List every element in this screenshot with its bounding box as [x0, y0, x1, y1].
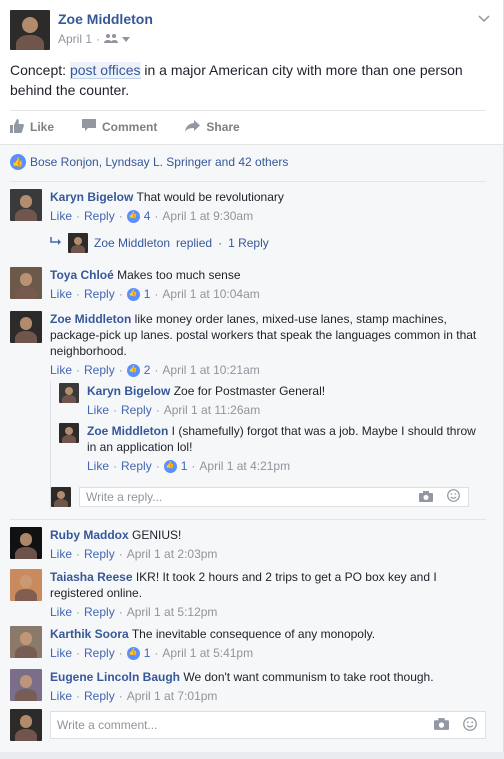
comment-like-link[interactable]: Like [50, 688, 72, 704]
like-reaction-icon: 👍 [126, 646, 140, 660]
commenter-name[interactable]: Ruby Maddox [50, 528, 129, 542]
emoji-icon[interactable] [447, 489, 460, 505]
commenter-avatar[interactable] [10, 527, 42, 559]
commenter-name[interactable]: Toya Chloé [50, 268, 114, 282]
replier-avatar [68, 233, 88, 253]
commenter-avatar[interactable] [10, 189, 42, 221]
comment-button[interactable]: Comment [82, 117, 157, 137]
like-reaction-icon: 👍 [126, 363, 140, 377]
comment-timestamp[interactable]: April 1 at 5:41pm [162, 645, 253, 661]
like-reaction-icon: 👍 [10, 154, 26, 170]
reply-like-link[interactable]: Like [87, 458, 109, 474]
post-card: Zoe Middleton April 1 · Concept: post of… [0, 0, 504, 752]
comment-reply-link[interactable]: Reply [84, 546, 115, 562]
like-reaction-icon: 👍 [126, 287, 140, 301]
replies-thread: Karyn Bigelow Zoe for Postmaster General… [50, 381, 484, 509]
like-count[interactable]: 1 [144, 286, 151, 302]
likes-summary[interactable]: 👍 Bose Ronjon, Lyndsay L. Springer and 4… [10, 154, 288, 170]
comment-text: GENIUS! [132, 528, 182, 542]
comments-section: 👍 Bose Ronjon, Lyndsay L. Springer and 4… [0, 144, 503, 752]
commenter-name[interactable]: Eugene Lincoln Baugh [50, 670, 180, 684]
share-button[interactable]: Share [185, 117, 240, 137]
hashtag-link[interactable]: post offices [69, 62, 141, 79]
reply-text: Zoe for Postmaster General! [173, 384, 326, 398]
post-header: Zoe Middleton April 1 · [10, 10, 494, 50]
reply-like-link[interactable]: Like [87, 402, 109, 418]
comment-text: We don't want communism to take root tho… [183, 670, 434, 684]
comment-timestamp[interactable]: April 1 at 5:12pm [127, 604, 218, 620]
post-meta: April 1 · [58, 32, 131, 46]
commenter-avatar[interactable] [10, 569, 42, 601]
replier-name[interactable]: Zoe Middleton [87, 424, 168, 438]
reply-reply-link[interactable]: Reply [121, 402, 152, 418]
chevron-down-icon[interactable] [122, 32, 131, 46]
reply-reply-link[interactable]: Reply [121, 458, 152, 474]
post-text: Concept: post offices in a major America… [10, 62, 463, 98]
current-user-avatar [10, 709, 42, 741]
post-actions: Like Comment Share [10, 117, 486, 137]
reply-arrow-icon [50, 236, 62, 250]
divider [10, 181, 486, 182]
like-count[interactable]: 4 [144, 208, 151, 224]
commenter-name[interactable]: Karthik Soora [50, 627, 129, 641]
comment-reply-link[interactable]: Reply [84, 286, 115, 302]
like-count[interactable]: 2 [144, 362, 151, 378]
comment-icon [82, 119, 97, 135]
comment-text: The inevitable consequence of any monopo… [131, 627, 376, 641]
reply-timestamp[interactable]: April 1 at 11:26am [164, 402, 261, 418]
reply-input[interactable]: Write a reply... [79, 487, 469, 507]
comment-like-link[interactable]: Like [50, 362, 72, 378]
camera-icon[interactable] [419, 490, 433, 505]
post-date[interactable]: April 1 [58, 32, 92, 46]
commenter-avatar[interactable] [10, 311, 42, 343]
share-icon [185, 119, 201, 135]
commenter-name[interactable]: Karyn Bigelow [50, 190, 133, 204]
like-count[interactable]: 1 [144, 645, 151, 661]
author-avatar[interactable] [10, 10, 50, 50]
commenter-avatar[interactable] [10, 267, 42, 299]
thumbs-up-icon [10, 118, 24, 136]
comment-like-link[interactable]: Like [50, 208, 72, 224]
post-author[interactable]: Zoe Middleton [58, 11, 153, 27]
emoji-icon[interactable] [463, 716, 477, 734]
comment-timestamp[interactable]: April 1 at 2:03pm [127, 546, 218, 562]
comment-reply-link[interactable]: Reply [84, 645, 115, 661]
replier-avatar[interactable] [59, 383, 79, 403]
reply-timestamp[interactable]: April 1 at 4:21pm [199, 458, 290, 474]
like-count[interactable]: 1 [181, 458, 188, 474]
replier-name[interactable]: Karyn Bigelow [87, 384, 170, 398]
comment-text: That would be revolutionary [136, 190, 284, 204]
like-button[interactable]: Like [10, 117, 54, 137]
comment-reply-link[interactable]: Reply [84, 688, 115, 704]
comment-input[interactable]: Write a comment... [50, 711, 486, 739]
comment-like-link[interactable]: Like [50, 604, 72, 620]
view-replies-link[interactable]: Zoe Middleton replied · 1 Reply [50, 233, 470, 253]
comment-like-link[interactable]: Like [50, 546, 72, 562]
comment-like-link[interactable]: Like [50, 286, 72, 302]
comment-timestamp[interactable]: April 1 at 10:04am [162, 286, 259, 302]
commenter-name[interactable]: Zoe Middleton [50, 312, 131, 326]
like-reaction-icon: 👍 [163, 459, 177, 473]
current-user-avatar [51, 487, 71, 507]
divider [10, 110, 486, 111]
comment-reply-link[interactable]: Reply [84, 604, 115, 620]
comment-timestamp[interactable]: April 1 at 10:21am [162, 362, 259, 378]
replier-avatar[interactable] [59, 423, 79, 443]
divider [10, 519, 486, 520]
like-reaction-icon: 👍 [126, 209, 140, 223]
post-options-chevron-icon[interactable] [478, 10, 490, 26]
comment-text: Makes too much sense [117, 268, 241, 282]
comment-timestamp[interactable]: April 1 at 7:01pm [127, 688, 218, 704]
friends-icon[interactable] [104, 32, 119, 46]
comment-like-link[interactable]: Like [50, 645, 72, 661]
commenter-avatar[interactable] [10, 669, 42, 701]
comment-reply-link[interactable]: Reply [84, 208, 115, 224]
comment-timestamp[interactable]: April 1 at 9:30am [162, 208, 253, 224]
commenter-name[interactable]: Taiasha Reese [50, 570, 133, 584]
camera-icon[interactable] [434, 717, 449, 733]
commenter-avatar[interactable] [10, 626, 42, 658]
comment-reply-link[interactable]: Reply [84, 362, 115, 378]
